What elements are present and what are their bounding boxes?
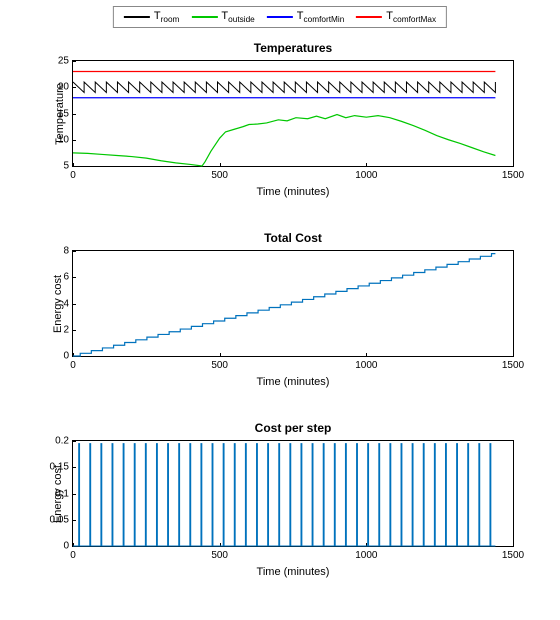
legend-item: TcomfortMin — [267, 10, 345, 24]
legend-swatch — [356, 16, 382, 18]
x-tick-label: 0 — [70, 546, 76, 561]
y-axis-label: Energy cost — [52, 274, 64, 332]
legend-swatch — [267, 16, 293, 18]
x-tick-label: 500 — [211, 356, 228, 371]
y-tick-label: 0.15 — [50, 462, 73, 473]
chart-title: Temperatures — [73, 41, 513, 55]
x-tick-label: 1000 — [355, 356, 377, 371]
chart-canvas — [73, 61, 513, 166]
chart-title: Total Cost — [73, 231, 513, 245]
x-tick-label: 1000 — [355, 546, 377, 561]
x-tick-label: 0 — [70, 166, 76, 181]
x-tick-label: 0 — [70, 356, 76, 371]
chart-canvas — [73, 251, 513, 356]
legend-label: Toutside — [221, 10, 254, 24]
chart-canvas — [73, 441, 513, 546]
series-line — [73, 82, 495, 93]
legend-label: TcomfortMin — [297, 10, 345, 24]
series-line — [73, 115, 495, 166]
series-line — [73, 254, 495, 356]
y-tick-label: 25 — [58, 56, 73, 67]
x-tick-label: 1000 — [355, 166, 377, 181]
y-tick-label: 15 — [58, 108, 73, 119]
x-tick-label: 500 — [211, 546, 228, 561]
x-tick-label: 500 — [211, 166, 228, 181]
chart-axes: TemperaturesTemperatureTime (minutes)510… — [72, 60, 514, 167]
y-tick-label: 0.1 — [55, 488, 73, 499]
x-tick-label: 1500 — [502, 166, 524, 181]
x-tick-label: 1500 — [502, 356, 524, 371]
chart-axes: Cost per stepEnergy costTime (minutes)00… — [72, 440, 514, 547]
y-tick-label: 10 — [58, 134, 73, 145]
legend-item: Toutside — [191, 10, 254, 24]
y-tick-label: 0.05 — [50, 514, 73, 525]
chart-title: Cost per step — [73, 421, 513, 435]
legend-item: Troom — [124, 10, 180, 24]
chart-axes: Total CostEnergy costTime (minutes)02468… — [72, 250, 514, 357]
y-tick-label: 20 — [58, 82, 73, 93]
figure: Troom Toutside TcomfortMin TcomfortMax Temp… — [0, 0, 560, 620]
x-axis-label: Time (minutes) — [73, 566, 513, 578]
x-axis-label: Time (minutes) — [73, 186, 513, 198]
legend-label: TcomfortMax — [386, 10, 436, 24]
series-line — [79, 444, 491, 546]
legend: Troom Toutside TcomfortMin TcomfortMax — [113, 6, 447, 28]
x-axis-label: Time (minutes) — [73, 376, 513, 388]
legend-swatch — [191, 16, 217, 18]
legend-label: Troom — [154, 10, 180, 24]
y-tick-label: 0.2 — [55, 436, 73, 447]
legend-swatch — [124, 16, 150, 18]
legend-item: TcomfortMax — [356, 10, 436, 24]
x-tick-label: 1500 — [502, 546, 524, 561]
